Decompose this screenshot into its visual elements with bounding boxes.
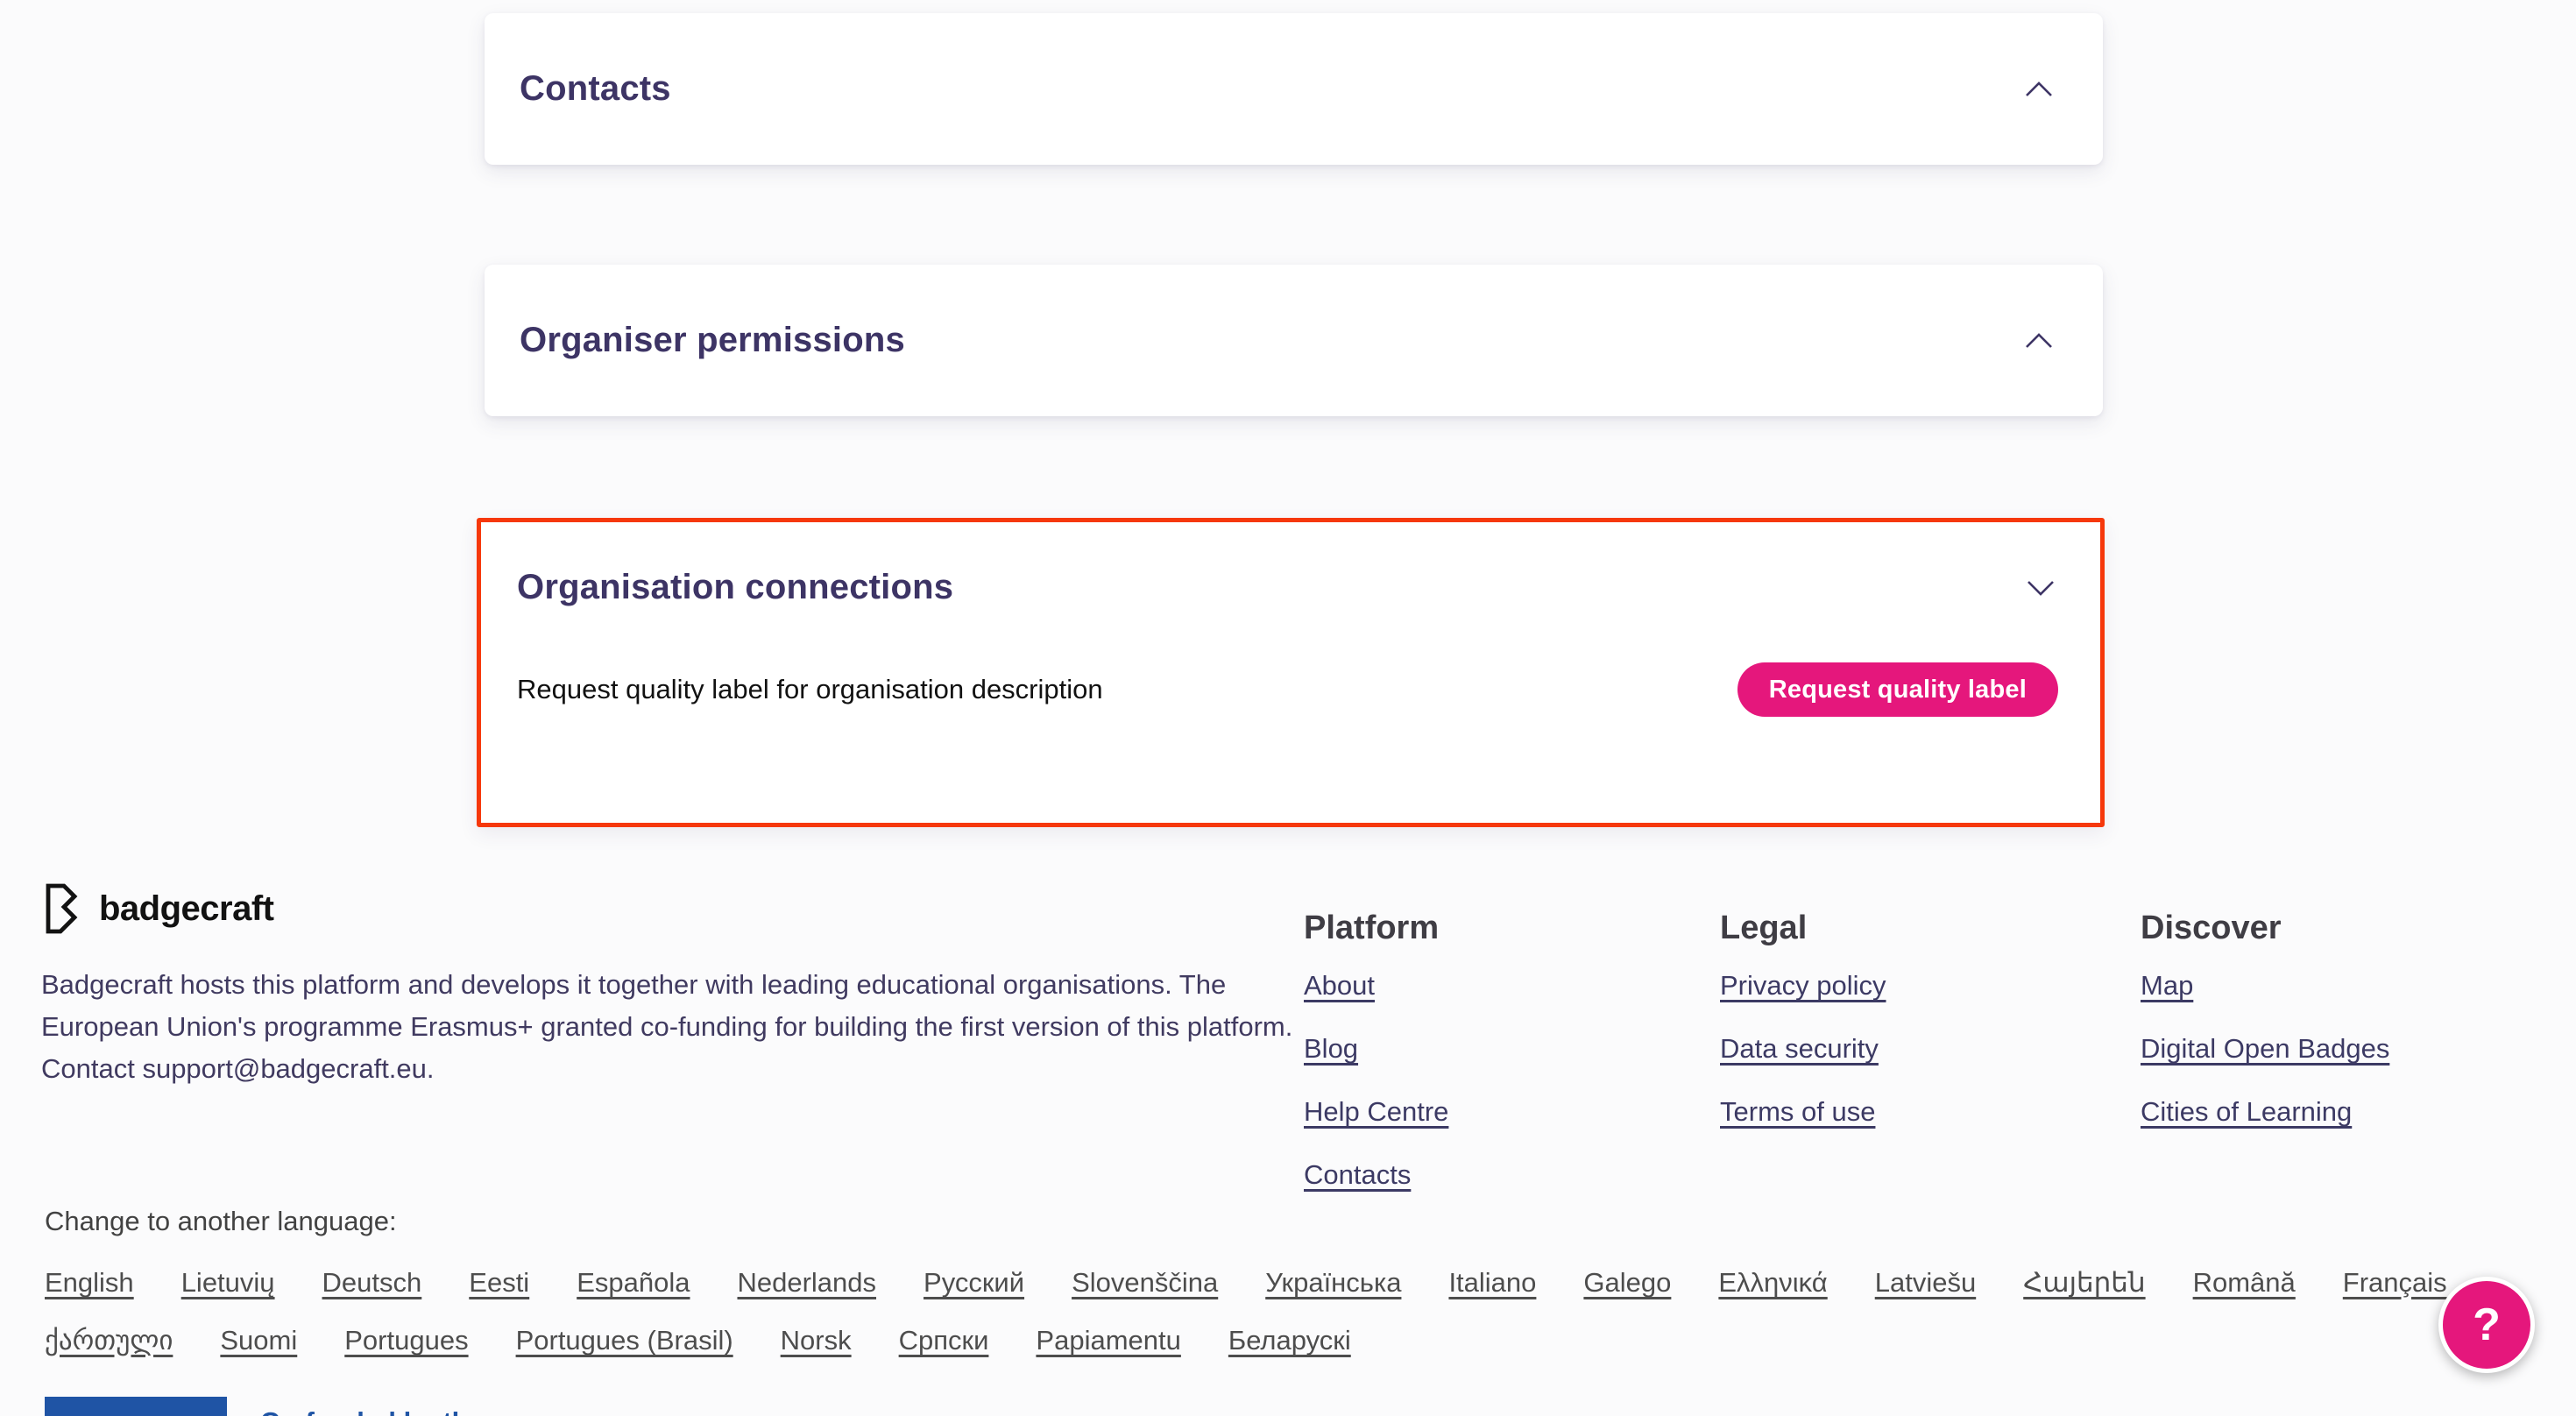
- footer-link[interactable]: Map: [2141, 970, 2193, 1001]
- organisation-connections-card-title: Organisation connections: [517, 568, 953, 607]
- quality-label-text: Request quality label for organisation d…: [517, 674, 1103, 705]
- organiser-permissions-card-title: Organiser permissions: [520, 321, 905, 360]
- language-link[interactable]: Română: [2193, 1267, 2296, 1299]
- badgecraft-logo[interactable]: badgecraft: [41, 882, 274, 935]
- organisation-connections-card-highlighted: Organisation connections Request quality…: [477, 518, 2105, 827]
- footer-column-legal: Legal Privacy policy Data security Terms o…: [1720, 910, 1886, 1132]
- organisation-connections-card-header[interactable]: Organisation connections: [517, 568, 2056, 607]
- language-switcher-label: Change to another language:: [45, 1206, 397, 1237]
- language-link[interactable]: Galego: [1583, 1267, 1671, 1299]
- footer-link[interactable]: Contacts: [1304, 1159, 1411, 1190]
- organiser-permissions-card-header[interactable]: Organiser permissions: [485, 265, 2103, 416]
- footer-links-legal: Privacy policy Data security Terms of use: [1720, 970, 1886, 1132]
- language-link[interactable]: Eesti: [469, 1267, 529, 1299]
- language-link[interactable]: Española: [577, 1267, 690, 1299]
- contacts-card-header[interactable]: Contacts: [485, 13, 2103, 165]
- chevron-up-icon[interactable]: [2024, 332, 2054, 350]
- language-link[interactable]: Русский: [924, 1267, 1024, 1299]
- page: Contacts Organiser permissions Organisat…: [0, 0, 2576, 1416]
- language-row-1: English Lietuvių Deutsch Eesti Española Neder…: [45, 1267, 2447, 1299]
- footer-links-discover: Map Digital Open Badges Cities of Learning: [2141, 970, 2389, 1132]
- language-link[interactable]: English: [45, 1267, 134, 1299]
- footer-column-discover: Discover Map Digital Open Badges Cities of…: [2141, 910, 2389, 1132]
- request-quality-label-button[interactable]: Request quality label: [1737, 662, 2058, 717]
- footer-column-title: Platform: [1304, 910, 1448, 947]
- chevron-up-icon[interactable]: [2024, 81, 2054, 98]
- quality-label-row: Request quality label for organisation d…: [517, 662, 2058, 717]
- language-row-2: ქართული Suomi Portugues Portugues (Brasil) N…: [45, 1325, 1351, 1356]
- badgecraft-logo-text: badgecraft: [99, 889, 274, 929]
- contacts-card-title: Contacts: [520, 69, 671, 109]
- footer-links-platform: About Blog Help Centre Contacts: [1304, 970, 1448, 1195]
- footer-column-title: Legal: [1720, 910, 1886, 947]
- language-link[interactable]: Беларускі: [1228, 1325, 1351, 1356]
- language-link[interactable]: Ελληνικά: [1718, 1267, 1827, 1299]
- language-link[interactable]: ქართული: [45, 1325, 173, 1356]
- language-link[interactable]: Deutsch: [322, 1267, 422, 1299]
- footer-link[interactable]: Data security: [1720, 1033, 1879, 1064]
- footer-column-title: Discover: [2141, 910, 2389, 947]
- language-link[interactable]: Հայերեն: [2023, 1267, 2145, 1299]
- footer-description: Badgecraft hosts this platform and devel…: [41, 964, 1320, 1090]
- language-link[interactable]: Français: [2343, 1267, 2447, 1299]
- help-button[interactable]: ?: [2438, 1277, 2535, 1373]
- language-link[interactable]: Portugues: [344, 1325, 468, 1356]
- chevron-down-icon[interactable]: [2026, 579, 2056, 597]
- eu-cofunding-logo: Co-funded by the: [45, 1397, 484, 1416]
- eu-cofunding-text: Co-funded by the: [260, 1406, 484, 1416]
- language-link[interactable]: Portugues (Brasil): [516, 1325, 733, 1356]
- footer-link[interactable]: Privacy policy: [1720, 970, 1886, 1001]
- language-link[interactable]: Papiamentu: [1036, 1325, 1180, 1356]
- language-link[interactable]: Lietuvių: [181, 1267, 275, 1299]
- footer-link[interactable]: Cities of Learning: [2141, 1096, 2352, 1127]
- language-link[interactable]: Italiano: [1448, 1267, 1536, 1299]
- footer-link[interactable]: Help Centre: [1304, 1096, 1448, 1127]
- language-link[interactable]: Nederlands: [737, 1267, 876, 1299]
- language-link[interactable]: Українська: [1265, 1267, 1401, 1299]
- eu-flag-image: [45, 1397, 227, 1416]
- footer-link[interactable]: Terms of use: [1720, 1096, 1875, 1127]
- question-mark-icon: ?: [2473, 1299, 2501, 1351]
- language-link[interactable]: Slovenščina: [1072, 1267, 1218, 1299]
- language-link[interactable]: Norsk: [781, 1325, 852, 1356]
- badgecraft-logo-icon: [41, 882, 83, 935]
- language-link[interactable]: Suomi: [220, 1325, 297, 1356]
- footer-link[interactable]: Digital Open Badges: [2141, 1033, 2389, 1064]
- language-link[interactable]: Latviešu: [1875, 1267, 1976, 1299]
- language-link[interactable]: Српски: [899, 1325, 989, 1356]
- footer-link[interactable]: About: [1304, 970, 1375, 1001]
- footer-link[interactable]: Blog: [1304, 1033, 1358, 1064]
- footer-column-platform: Platform About Blog Help Centre Contacts: [1304, 910, 1448, 1195]
